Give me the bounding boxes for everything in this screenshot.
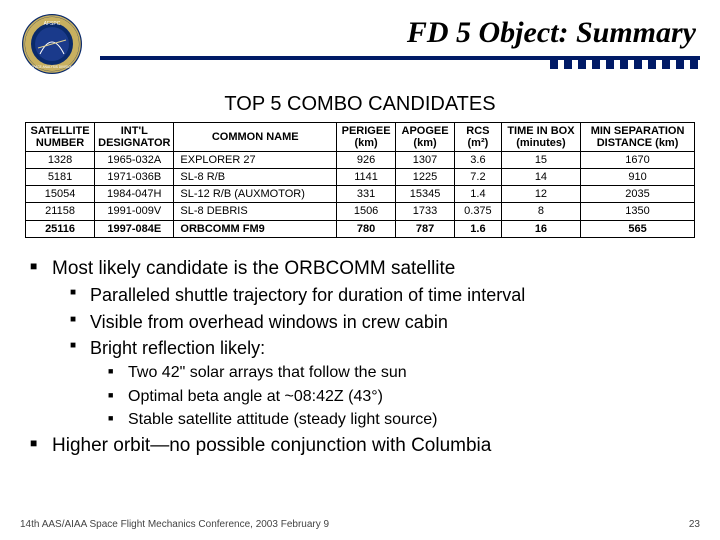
table-cell: 7.2 [455,169,502,186]
table-cell: 1670 [581,152,695,169]
logo-wrap: AFSPC SPACE ANALYSIS DIVISION [20,12,90,81]
th-min-sep: MIN SEPARATION DISTANCE (km) [581,123,695,152]
table-cell: 2035 [581,186,695,203]
header: AFSPC SPACE ANALYSIS DIVISION FD 5 Objec… [20,12,700,81]
table-cell: 0.375 [455,203,502,220]
table-cell: EXPLORER 27 [174,152,337,169]
bullet-1c-text: Bright reflection likely: [90,338,265,358]
table-row: 51811971-036BSL-8 R/B114112257.214910 [26,169,695,186]
table-header-row: SATELLITE NUMBER INT'L DESIGNATOR COMMON… [26,123,695,152]
footer-page-number: 23 [689,519,700,530]
table-row: 13281965-032AEXPLORER 2792613073.6151670 [26,152,695,169]
table-cell: 1733 [396,203,455,220]
table-cell: 1997-084E [95,220,174,237]
table-cell: 1.4 [455,186,502,203]
candidates-table-wrap: SATELLITE NUMBER INT'L DESIGNATOR COMMON… [25,122,695,238]
subheader: TOP 5 COMBO CANDIDATES [20,93,700,116]
table-cell: 12 [501,186,580,203]
slide: AFSPC SPACE ANALYSIS DIVISION FD 5 Objec… [0,0,720,540]
bullet-1c2: Optimal beta angle at ~08:42Z (43°) [108,386,700,408]
table-cell: 21158 [26,203,95,220]
table-cell: 1971-036B [95,169,174,186]
table-cell: 16 [501,220,580,237]
table-cell: 565 [581,220,695,237]
th-perigee: PERIGEE (km) [337,123,396,152]
bullet-1c3: Stable satellite attitude (steady light … [108,409,700,431]
footer-left: 14th AAS/AIAA Space Flight Mechanics Con… [20,519,329,530]
bullet-1: Most likely candidate is the ORBCOMM sat… [30,256,700,431]
table-row: 150541984-047HSL-12 R/B (AUXMOTOR)331153… [26,186,695,203]
table-cell: 926 [337,152,396,169]
table-cell: 15 [501,152,580,169]
table-cell: 331 [337,186,396,203]
title-rule [100,56,700,60]
table-cell: 1225 [396,169,455,186]
th-common-name: COMMON NAME [174,123,337,152]
table-row: 251161997-084EORBCOMM FM97807871.616565 [26,220,695,237]
bullet-1c1: Two 42" solar arrays that follow the sun [108,362,700,384]
bullet-1c: Bright reflection likely: Two 42" solar … [70,336,700,431]
footer: 14th AAS/AIAA Space Flight Mechanics Con… [20,519,700,530]
bullet-1-text: Most likely candidate is the ORBCOMM sat… [52,258,455,279]
page-title: FD 5 Object: Summary [100,12,700,50]
table-cell: 25116 [26,220,95,237]
table-cell: 780 [337,220,396,237]
afspc-logo-icon: AFSPC SPACE ANALYSIS DIVISION [20,12,84,76]
table-cell: 3.6 [455,152,502,169]
svg-text:AFSPC: AFSPC [44,21,61,27]
table-cell: 5181 [26,169,95,186]
table-cell: 15345 [396,186,455,203]
table-cell: 15054 [26,186,95,203]
table-cell: 910 [581,169,695,186]
bullets: Most likely candidate is the ORBCOMM sat… [30,256,700,459]
table-cell: 1.6 [455,220,502,237]
table-cell: SL-8 R/B [174,169,337,186]
table-cell: 8 [501,203,580,220]
table-cell: ORBCOMM FM9 [174,220,337,237]
table-cell: 1965-032A [95,152,174,169]
svg-text:SPACE ANALYSIS DIVISION: SPACE ANALYSIS DIVISION [31,65,73,69]
title-ticks [100,59,700,69]
th-sat-number: SATELLITE NUMBER [26,123,95,152]
title-wrap: FD 5 Object: Summary [100,12,700,69]
th-rcs: RCS (m²) [455,123,502,152]
table-cell: SL-12 R/B (AUXMOTOR) [174,186,337,203]
table-row: 211581991-009VSL-8 DEBRIS150617330.37581… [26,203,695,220]
table-cell: 1350 [581,203,695,220]
th-apogee: APOGEE (km) [396,123,455,152]
table-cell: 1506 [337,203,396,220]
table-cell: 787 [396,220,455,237]
table-cell: 1141 [337,169,396,186]
table-cell: 1328 [26,152,95,169]
th-intl-designator: INT'L DESIGNATOR [95,123,174,152]
candidates-table: SATELLITE NUMBER INT'L DESIGNATOR COMMON… [25,122,695,238]
table-cell: 1984-047H [95,186,174,203]
th-time-in-box: TIME IN BOX (minutes) [501,123,580,152]
bullet-2: Higher orbit—no possible conjunction wit… [30,433,700,459]
table-cell: SL-8 DEBRIS [174,203,337,220]
table-cell: 1307 [396,152,455,169]
bullet-1b: Visible from overhead windows in crew ca… [70,310,700,334]
table-cell: 14 [501,169,580,186]
table-cell: 1991-009V [95,203,174,220]
bullet-1a: Paralleled shuttle trajectory for durati… [70,283,700,307]
